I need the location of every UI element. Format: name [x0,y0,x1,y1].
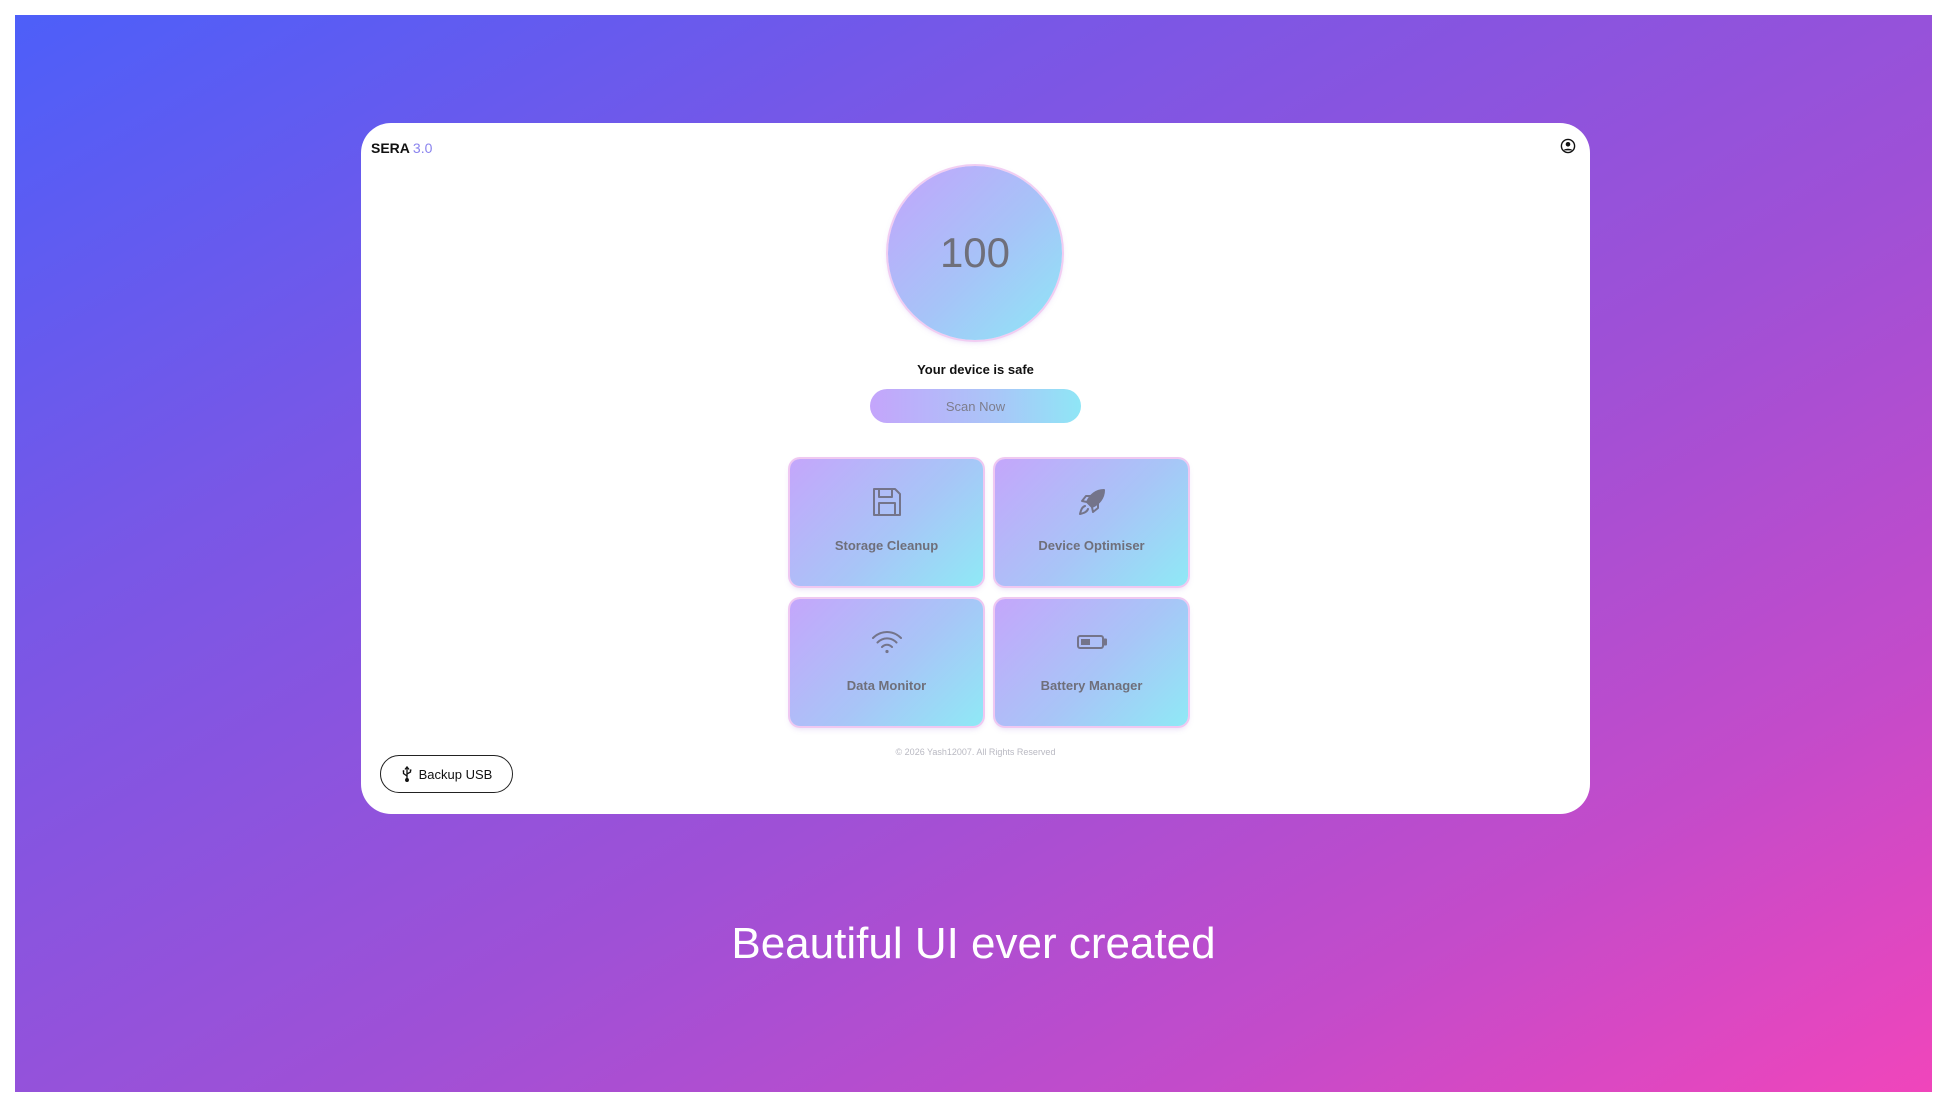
wifi-icon [870,625,904,659]
copyright-text: © 2026 Yash12007. All Rights Reserved [895,747,1056,757]
security-score-circle: 100 [888,166,1062,340]
tile-battery-manager[interactable]: Battery Manager [995,599,1188,726]
device-status-text: Your device is safe [917,362,1034,377]
tile-label: Device Optimiser [1038,538,1145,553]
security-score-value: 100 [939,229,1011,276]
tile-device-optimiser[interactable]: Device Optimiser [995,459,1188,586]
app-brand: SERA 3.0 [371,140,432,156]
floppy-disk-icon [870,485,904,519]
rocket-icon [1075,485,1109,519]
user-circle-icon[interactable] [1560,138,1576,154]
app-name: SERA [371,140,410,156]
backup-usb-button[interactable]: Backup USB [380,755,513,793]
app-window: SERA 3.0 100 Your device is safe Scan Now [361,123,1590,814]
tile-storage-cleanup[interactable]: Storage Cleanup [790,459,983,586]
tile-label: Battery Manager [1040,678,1143,693]
promo-slide: SERA 3.0 100 Your device is safe Scan Now [15,15,1932,1092]
tile-data-monitor[interactable]: Data Monitor [790,599,983,726]
app-version: 3.0 [412,140,433,156]
tile-label: Storage Cleanup [834,538,939,553]
scan-now-button[interactable]: Scan Now [870,389,1081,423]
usb-icon [401,765,413,782]
battery-icon [1075,625,1109,659]
tile-label: Data Monitor [846,678,927,693]
backup-usb-label: Backup USB [418,766,493,782]
promo-tagline: Beautiful UI ever created [731,919,1216,968]
